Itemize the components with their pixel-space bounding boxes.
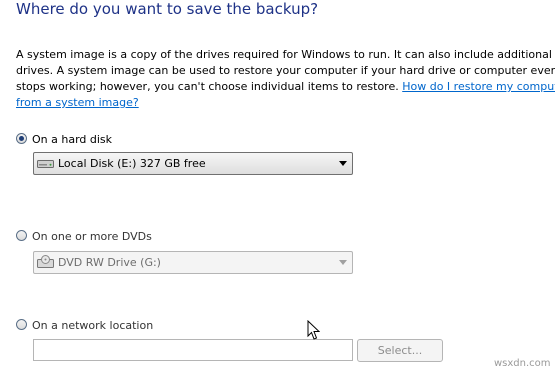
radio-button-network[interactable]: [16, 319, 27, 330]
radio-button-dvd[interactable]: [16, 230, 27, 241]
dvd-dropdown[interactable]: DVD RW Drive (G:): [33, 251, 353, 274]
description-text: stops working; however, you can't choose…: [16, 80, 403, 93]
dvd-drive-icon: [37, 255, 54, 268]
watermark: wsxdn.com: [494, 358, 551, 369]
radio-label-network: On a network location: [32, 319, 154, 332]
help-link-continued[interactable]: from a system image?: [16, 96, 139, 109]
description-line: A system image is a copy of the drives r…: [16, 48, 552, 61]
hard-disk-selected-value: Local Disk (E:) 327 GB free: [58, 157, 206, 170]
page-title: Where do you want to save the backup?: [16, 0, 319, 18]
chevron-down-icon: [339, 161, 347, 166]
chevron-down-icon: [339, 260, 347, 265]
radio-button-hard-disk[interactable]: [16, 133, 27, 144]
radio-label-dvd: On one or more DVDs: [32, 230, 152, 243]
description-line: from a system image?: [16, 95, 555, 111]
description-line: stops working; however, you can't choose…: [16, 79, 555, 95]
radio-label-hard-disk: On a hard disk: [32, 133, 113, 146]
network-location-input[interactable]: [33, 339, 353, 361]
dvd-selected-value: DVD RW Drive (G:): [58, 256, 161, 269]
hard-drive-icon: [37, 160, 54, 168]
mouse-cursor-icon: [307, 320, 320, 340]
description-line: drives. A system image can be used to re…: [16, 64, 555, 77]
help-link[interactable]: How do I restore my computer: [402, 80, 555, 93]
description: A system image is a copy of the drives r…: [16, 47, 555, 111]
select-button[interactable]: Select...: [357, 339, 443, 362]
hard-disk-dropdown[interactable]: Local Disk (E:) 327 GB free: [33, 152, 353, 175]
